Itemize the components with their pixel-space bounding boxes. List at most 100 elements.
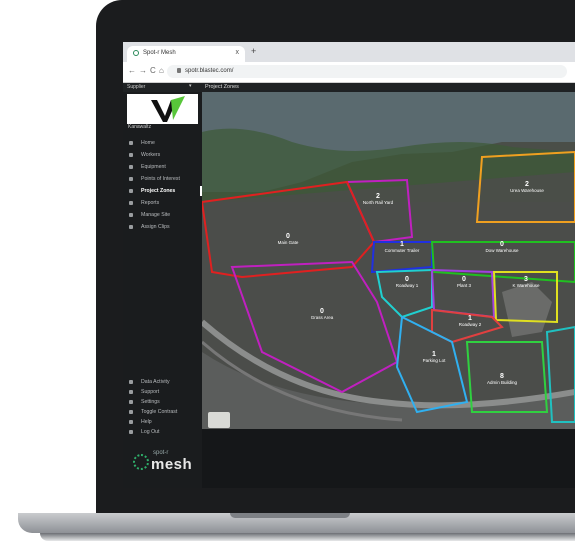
sidebar-item-reports[interactable]: Reports [123,197,202,209]
map-layer-button[interactable] [208,412,230,428]
zone-name: Admin Building [486,380,518,385]
logo-line2: mesh [151,456,193,473]
sidebar-item-toggle-contrast[interactable]: Toggle Contrast [123,407,202,417]
org-selector[interactable]: Supplier [127,84,145,90]
company-logo [127,94,198,124]
zone-roadway-2[interactable]: 1 Roadway 2 [445,315,495,327]
sidebar-bottom-menu: Data Activity Support Settings Toggle Contr… [123,377,202,437]
zone-name: Commuter Trailer [384,248,420,253]
zone-worker-count: 3 [524,276,528,283]
laptop-shadow [40,533,575,541]
zone-worker-count: 0 [462,276,466,283]
home-button[interactable]: ⌂ [159,66,164,75]
sidebar-item-support[interactable]: Support [123,387,202,397]
zone-worker-count: 2 [376,193,380,200]
zone-name: K Warehouse [512,283,540,288]
sidebar-item-label: Equipment [141,164,166,170]
url-text: spotr.blastec.com/ [185,68,234,74]
laptop-notch [230,513,350,518]
help-icon [129,420,133,424]
contrast-icon [129,410,133,414]
support-icon [129,390,133,394]
zone-name: Plant 3 [456,283,471,288]
sidebar-item-data-activity[interactable]: Data Activity [123,377,202,387]
zone-parking-lot[interactable]: 1 Parking Lot [409,351,459,363]
sidebar-item-assign-clips[interactable]: Assign Clips [123,221,202,233]
zone-k-warehouse[interactable]: 3K Warehouse [501,276,551,288]
browser-tab-bar: Spot-r Mesh x + [123,42,575,62]
forward-button[interactable]: → [139,66,147,75]
sidebar-item-log-out[interactable]: Log Out [123,427,202,437]
zone-worker-count: 0 [500,241,504,248]
sidebar-item-project-zones[interactable]: Project Zones [123,185,202,197]
zone-name: Urea Warehouse [510,188,544,193]
browser-tab[interactable]: Spot-r Mesh x [127,46,245,62]
zone-main-gate[interactable]: 0 Main Gate [263,233,313,245]
site-map[interactable]: 2 North Rail Yard 2 Urea Warehouse 0 Main Gat… [202,92,575,429]
zone-name: Parking Lot [422,358,446,363]
chart-icon [129,201,133,205]
sidebar-item-label: Data Activity [141,379,170,385]
sidebar-item-workers[interactable]: Workers [123,149,202,161]
zone-name: Main Gate [277,240,299,245]
back-button[interactable]: ← [128,66,136,75]
truck-icon [129,165,133,169]
new-tab-button[interactable]: + [251,46,256,56]
lock-icon [177,67,181,73]
zone-commuter-trailer[interactable]: 1 Commuter Trailer [377,241,427,253]
zone-worker-count: 1 [432,351,436,358]
zone-roadway-1[interactable]: 0 Roadway 1 [382,276,432,288]
sidebar-item-label: Log Out [141,429,160,435]
sidebar-item-equipment[interactable]: Equipment [123,161,202,173]
zone-name: Grass Area [310,315,334,320]
logo-mark-icon [151,96,185,122]
zone-name: Roadway 1 [395,283,419,288]
url-field[interactable]: spotr.blastec.com/ [167,65,567,78]
zone-worker-count: 8 [500,373,504,380]
sidebar: Kanawaltz Home Workers Equipment Points of … [123,92,202,488]
zone-icon [129,189,133,193]
sidebar-item-label: Settings [141,399,160,405]
sidebar-item-label: Points of Interest [141,176,180,182]
zone-worker-count: 2 [525,181,529,188]
sidebar-item-manage-site[interactable]: Manage Site [123,209,202,221]
logout-icon [129,430,133,434]
zone-dow-warehouse[interactable]: 0 Dow Warehouse [477,241,527,253]
sidebar-item-label: Toggle Contrast [141,409,178,415]
sidebar-item-label: Home [141,140,155,146]
top-strip: Supplier ▾ Project Zones [123,83,575,92]
site-icon [129,213,133,217]
sidebar-item-home[interactable]: Home [123,137,202,149]
chevron-down-icon[interactable]: ▾ [189,83,192,89]
sidebar-item-label: Assign Clips [141,224,170,230]
person-icon [129,153,133,157]
activity-icon [129,380,133,384]
zone-grass-area[interactable]: 0 Grass Area [297,308,347,320]
address-bar: ← → C ⌂ spotr.blastec.com/ [123,62,575,83]
zone-worker-count: 0 [320,308,324,315]
sidebar-item-label: Project Zones [141,188,176,194]
home-icon [129,141,133,145]
sidebar-item-label: Support [141,389,160,395]
zone-north-rail-yard[interactable]: 2 North Rail Yard [353,193,403,205]
page-title: Project Zones [205,84,239,90]
zone-worker-count: 1 [468,315,472,322]
zone-name: Dow Warehouse [485,248,519,253]
zone-plant-3[interactable]: 0 Plant 3 [439,276,489,288]
mesh-dots-icon [133,454,149,470]
zone-admin-building[interactable]: 8 Admin Building [477,373,527,385]
sidebar-item-label: Reports [141,200,160,206]
clip-icon [129,225,133,229]
flag-icon [129,177,133,181]
app-window: Supplier ▾ Project Zones Kanawaltz Home W… [123,83,575,488]
reload-button[interactable]: C [150,66,156,75]
sidebar-item-points-of-interest[interactable]: Points of Interest [123,173,202,185]
sidebar-item-label: Help [141,419,152,425]
gear-icon [129,400,133,404]
sidebar-item-help[interactable]: Help [123,417,202,427]
tab-close-button[interactable]: x [236,49,240,56]
sidebar-item-settings[interactable]: Settings [123,397,202,407]
spotr-mesh-logo: spot-r mesh [133,448,197,478]
zone-urea-warehouse[interactable]: 2 Urea Warehouse [502,181,552,193]
favicon-icon [133,50,139,56]
